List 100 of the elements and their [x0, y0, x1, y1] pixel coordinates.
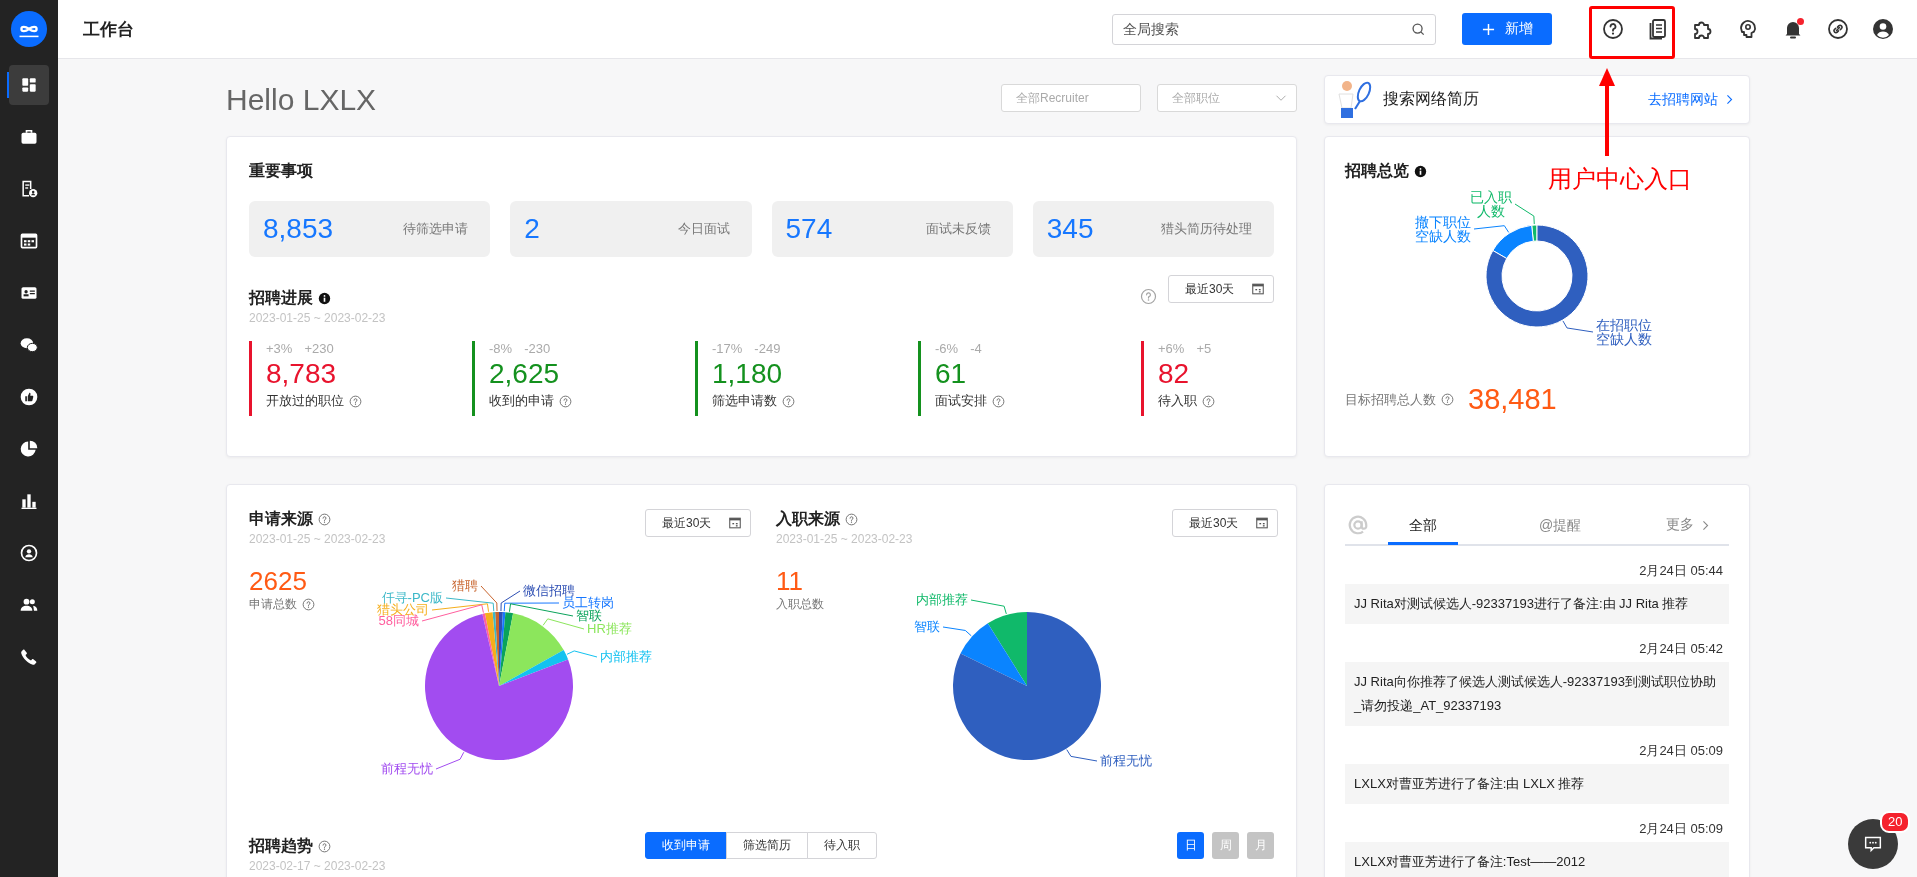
greeting: Hello LXLX — [226, 82, 377, 117]
metric-label: 待入职 — [1158, 392, 1197, 410]
chat-bubbles-icon — [19, 335, 39, 355]
date-range: 2023-02-17 ~ 2023-02-23 — [249, 859, 387, 873]
slice-label: 智联 — [576, 609, 602, 623]
total-label: 入职总数 — [776, 596, 824, 613]
metric-label: 面试安排 — [935, 392, 987, 410]
search-field[interactable]: 全局搜索 — [1112, 13, 1436, 45]
date-range: 2023-01-25 ~ 2023-02-23 — [249, 311, 386, 325]
stat-tile[interactable]: 8,853 待筛选申请 — [249, 201, 491, 257]
sidebar-item[interactable] — [9, 65, 49, 105]
section-title: 招聘趋势 — [249, 836, 313, 856]
slice-label: 仟寻-PC版 — [381, 591, 443, 605]
help-icon[interactable] — [1601, 17, 1625, 41]
metric-value: 2,625 — [489, 357, 561, 391]
slice-label: 猎聘 — [452, 579, 478, 593]
section-title: 招聘进展 — [249, 288, 313, 308]
change-count: -249 — [754, 341, 781, 356]
calendar-icon — [1255, 516, 1269, 530]
timestamp: 2月24日 05:44 — [1638, 562, 1724, 580]
slice-label: 智联 — [914, 620, 940, 634]
stat-tile[interactable]: 574 面试未反馈 — [771, 201, 1013, 257]
timestamp: 2月24日 05:09 — [1638, 820, 1724, 838]
slice-label: 微信招聘 — [523, 584, 575, 598]
activity-message[interactable]: LXLX对曹亚芳进行了备注:Test——2012 — [1345, 842, 1729, 877]
leader-line — [942, 626, 972, 637]
info-icon[interactable] — [318, 291, 331, 305]
activity-message[interactable]: JJ Rita对测试候选人-92337193进行了备注:由 JJ Rita 推荐 — [1345, 584, 1729, 624]
leader-line — [1473, 225, 1510, 233]
page-title: 工作台 — [83, 18, 134, 41]
activity-message[interactable]: JJ Rita向你推荐了候选人测试候选人-92337193到测试职位协助_请勿投递_AT_92337193 — [1345, 662, 1729, 726]
change-percent: -17% — [712, 341, 743, 356]
metric-value: 8,783 — [266, 357, 338, 391]
section-title: 申请来源 — [249, 509, 313, 529]
segment-label: 撤下职位 空缺人数 — [1415, 215, 1471, 243]
position-select[interactable]: 全部职位 — [1157, 84, 1297, 112]
slice-label: 前程无忧 — [381, 762, 433, 776]
calendar-icon — [19, 231, 39, 251]
stat-tile[interactable]: 345 猎头简历待处理 — [1032, 201, 1274, 257]
chevron-right-icon — [1702, 519, 1709, 531]
leader-line — [435, 751, 465, 770]
metric-value: 82 — [1158, 357, 1191, 391]
metric-label: 筛选申请数 — [712, 392, 777, 410]
stat-tile[interactable]: 2 今日面试 — [510, 201, 752, 257]
caret-icon — [1275, 94, 1287, 102]
chevron-right-icon — [1726, 94, 1733, 105]
metric-tab[interactable]: 待入职 — [807, 832, 877, 859]
slice-label: 员工转岗 — [562, 596, 614, 610]
new-button[interactable]: 新增 — [1462, 13, 1552, 45]
pie-chart-icon — [19, 439, 39, 459]
metric-tab[interactable]: 筛选简历 — [726, 832, 808, 859]
section-title: 重要事项 — [249, 161, 314, 181]
feed-tab[interactable]: @提醒 — [1525, 507, 1595, 545]
period-picker[interactable]: 最近30天 — [1168, 275, 1274, 303]
total-label: 申请总数 — [249, 596, 297, 613]
change-count: +5 — [1196, 341, 1212, 356]
period-picker[interactable]: 最近30天 — [645, 509, 751, 537]
leader-line — [566, 650, 598, 658]
count-badge: 20 — [1880, 811, 1911, 833]
recruitment-site-link[interactable]: 去招聘网站 — [1648, 90, 1733, 109]
slice-label: 内部推荐 — [916, 593, 968, 607]
logo-icon[interactable] — [10, 10, 48, 48]
segment-label: 在招职位 空缺人数 — [1596, 318, 1652, 346]
total-value: 2625 — [249, 566, 308, 596]
annotation-text: 用户中心入口 — [1548, 164, 1692, 194]
total-value: 11 — [776, 566, 804, 596]
date-range: 2023-01-25 ~ 2023-02-23 — [249, 532, 386, 546]
section-title: 招聘总览 — [1345, 161, 1409, 181]
granularity-button[interactable]: 日 — [1177, 832, 1204, 859]
search-icon[interactable] — [1411, 21, 1426, 37]
segment-label: 已入职 人数 — [1470, 190, 1512, 218]
activity-message[interactable]: LXLX对曹亚芳进行了备注:由 LXLX 推荐 — [1345, 764, 1729, 804]
slice-label: 前程无忧 — [1100, 754, 1152, 768]
slice-label: 猎头公司 — [377, 603, 429, 617]
leader-line — [1514, 203, 1535, 225]
leader-line — [970, 599, 1007, 615]
section-title: 入职来源 — [776, 509, 840, 529]
user-avatar-icon[interactable] — [1871, 17, 1895, 41]
metric-label: 收到的申请 — [489, 392, 554, 410]
metric-value: 61 — [935, 357, 968, 391]
change-count: -4 — [970, 341, 982, 356]
leader-line — [1066, 749, 1098, 762]
metric-label: 开放过的职位 — [266, 392, 344, 410]
recruiter-field[interactable]: 全部Recruiter — [1001, 84, 1141, 112]
briefcase-icon — [19, 127, 39, 147]
feed-tab[interactable]: 全部 — [1388, 507, 1458, 545]
plus-icon — [1481, 22, 1495, 36]
date-range: 2023-01-25 ~ 2023-02-23 — [776, 532, 913, 546]
info-icon[interactable] — [1414, 164, 1427, 178]
user-circle-icon — [19, 543, 39, 563]
more-link[interactable]: 更多 — [1666, 516, 1709, 534]
period-picker[interactable]: 最近30天 — [1172, 509, 1278, 537]
timestamp: 2月24日 05:42 — [1638, 640, 1724, 658]
link-icon[interactable] — [1826, 17, 1850, 41]
bar-chart-icon — [19, 491, 39, 511]
target-value: 38,481 — [1468, 383, 1557, 416]
metric-tab[interactable]: 收到申请 — [645, 832, 727, 859]
slice-label: HR推荐 — [587, 622, 632, 636]
thumbs-up-icon — [19, 387, 39, 407]
calendar-icon — [728, 516, 742, 530]
